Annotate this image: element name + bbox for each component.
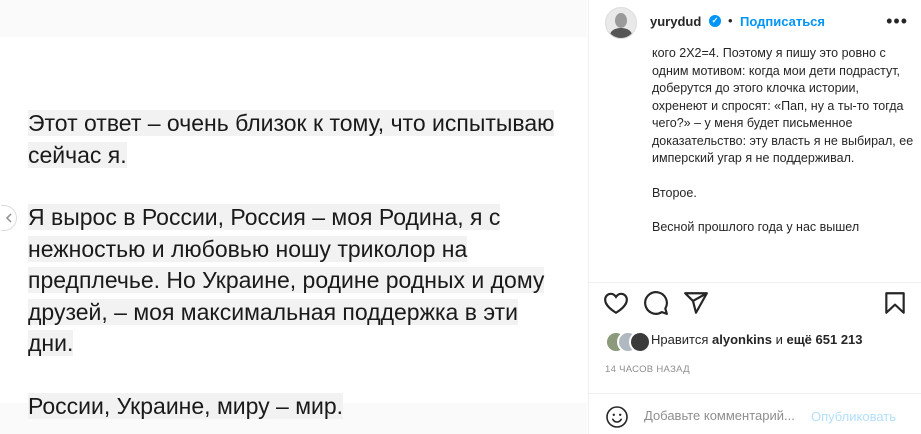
liker-avatar[interactable]	[629, 331, 651, 353]
image-paragraph-text: России, Украине, миру – мир.	[28, 392, 344, 419]
publish-button[interactable]: Опубликовать	[811, 409, 896, 424]
image-paragraph: России, Украине, миру – мир.	[28, 391, 568, 423]
comment-icon[interactable]	[643, 290, 669, 316]
post-actions	[589, 287, 921, 319]
caption-paragraph: Второе.	[652, 185, 697, 200]
likes-prefix: Нравится	[651, 332, 709, 347]
image-paragraph: Я вырос в России, Россия – моя Родина, я…	[28, 202, 568, 360]
likes-total[interactable]: ещё 651 213	[786, 332, 862, 347]
image-paragraph-text: Этот ответ – очень близок к тому, что ис…	[28, 110, 555, 168]
divider	[589, 282, 921, 283]
verified-badge-icon: ✓	[709, 15, 721, 27]
post-image-card: Этот ответ – очень близок к тому, что ис…	[0, 37, 587, 419]
image-paragraph-text: Я вырос в России, Россия – моя Родина, я…	[28, 204, 545, 356]
avatar[interactable]	[605, 7, 637, 39]
divider	[589, 393, 921, 394]
likes-count[interactable]: Нравится alyonkins и ещё 651 213	[651, 332, 863, 347]
post-header: yurydud ✓ • Подписаться •••	[589, 0, 921, 44]
post-timestamp[interactable]: 14 ЧАСОВ НАЗАД	[605, 364, 690, 375]
chevron-left-icon	[5, 213, 12, 223]
heart-icon[interactable]	[603, 290, 629, 316]
caption-paragraph: кого 2Х2=4. Поэтому я пишу это ровно с о…	[652, 46, 914, 165]
caption-paragraph: Весной прошлого года у нас вышел	[652, 220, 860, 234]
liker-username[interactable]: alyonkins	[712, 332, 772, 347]
comment-input[interactable]	[644, 408, 804, 423]
likes-and: и	[775, 332, 783, 347]
post-caption: кого 2Х2=4. Поэтому я пишу это ровно с о…	[652, 45, 914, 272]
image-paragraph: Этот ответ – очень близок к тому, что ис…	[28, 108, 568, 171]
more-options-icon[interactable]: •••	[886, 12, 908, 30]
post-sidebar: yurydud ✓ • Подписаться ••• кого 2Х2=4. …	[588, 0, 921, 434]
share-icon[interactable]	[683, 290, 709, 316]
post-image[interactable]: Этот ответ – очень близок к тому, что ис…	[0, 0, 587, 434]
emoji-icon[interactable]	[605, 405, 629, 429]
likes-row: Нравится alyonkins и ещё 651 213	[605, 328, 915, 353]
post-image-text: Этот ответ – очень близок к тому, что ис…	[28, 108, 568, 422]
username-link[interactable]: yurydud	[650, 14, 701, 29]
bookmark-icon[interactable]	[882, 290, 908, 316]
follow-button[interactable]: Подписаться	[740, 14, 825, 29]
separator-dot: •	[728, 13, 733, 28]
